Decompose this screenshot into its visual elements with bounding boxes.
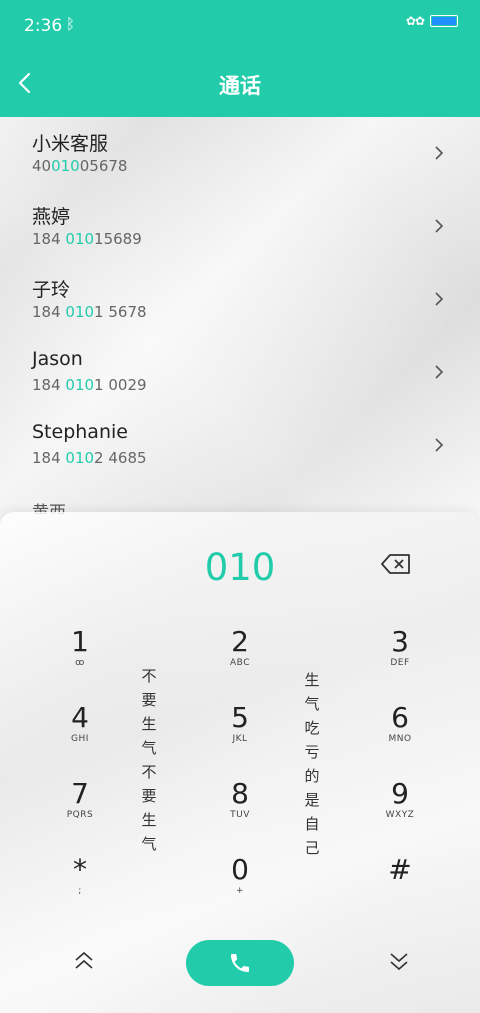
key-4[interactable]: 4 GHI [40, 702, 120, 762]
contact-name: 子玲 [32, 279, 71, 301]
key-hash[interactable]: # [360, 854, 440, 914]
contact-number: 184 0101 5678 [32, 303, 147, 321]
key-5[interactable]: 5 JKL [200, 702, 280, 762]
battery-icon [430, 15, 458, 27]
key-0[interactable]: 0 + [200, 854, 280, 914]
call-button[interactable] [186, 940, 294, 986]
key-1[interactable]: 1ꝏ [40, 626, 120, 686]
contact-row[interactable]: Stephanie 184 0102 4685 [0, 409, 480, 482]
key-3[interactable]: 3 DEF [360, 626, 440, 686]
phone-icon [231, 954, 249, 972]
contact-list[interactable]: 小米客服 4001005678 燕婷 184 01015689 子玲 184 0… [0, 117, 480, 514]
contact-name: Stephanie [32, 421, 128, 443]
chevron-right-icon[interactable] [432, 143, 446, 163]
contact-name: Jason [32, 348, 83, 370]
contact-row[interactable]: 子玲 184 0101 5678 [0, 263, 480, 336]
contact-row[interactable]: 小米客服 4001005678 [0, 117, 480, 190]
key-7[interactable]: 7 PQRS [40, 778, 120, 838]
contact-name: 小米客服 [32, 133, 109, 155]
chevron-right-icon[interactable] [432, 362, 446, 382]
chevron-right-icon[interactable] [432, 216, 446, 236]
contact-number: 184 0101 0029 [32, 376, 147, 394]
double-chevron-down-icon[interactable] [386, 948, 412, 974]
page-title: 通话 [219, 74, 261, 98]
wallpaper-text-left: 不要生气不要生气 [141, 667, 157, 853]
app-header: 通话 [0, 52, 480, 117]
key-star[interactable]: *; [40, 854, 120, 914]
wallpaper-text-right: 生气吃亏的是自己 [304, 671, 320, 857]
contact-row[interactable]: 燕婷 184 01015689 [0, 190, 480, 263]
contact-name: 燕婷 [32, 206, 71, 228]
bluetooth-icon: ᛒ [66, 15, 76, 33]
backspace-icon[interactable] [380, 552, 412, 576]
key-9[interactable]: 9 WXYZ [360, 778, 440, 838]
chevron-right-icon[interactable] [432, 289, 446, 309]
double-chevron-up-icon[interactable] [71, 948, 97, 974]
key-8[interactable]: 8 TUV [200, 778, 280, 838]
status-decor: ✿✿ [405, 14, 425, 28]
voicemail-icon: ꝏ [75, 658, 85, 668]
key-6[interactable]: 6 MNO [360, 702, 440, 762]
key-2[interactable]: 2 ABC [200, 626, 280, 686]
status-right: ✿✿ [406, 14, 458, 28]
status-bar: 2:36 ᛒ ✿✿ [0, 0, 480, 52]
contact-number: 4001005678 [32, 157, 128, 175]
chevron-right-icon[interactable] [432, 435, 446, 455]
status-time: 2:36 [24, 16, 63, 36]
contact-number: 184 0102 4685 [32, 449, 147, 467]
contact-row[interactable]: Jason 184 0101 0029 [0, 336, 480, 409]
dialpad-panel: 010 1ꝏ 2 ABC 3 DEF 4 GHI 5 JKL 6 MNO 7 PQRS 8T… [0, 512, 480, 1013]
contact-number: 184 01015689 [32, 230, 142, 248]
